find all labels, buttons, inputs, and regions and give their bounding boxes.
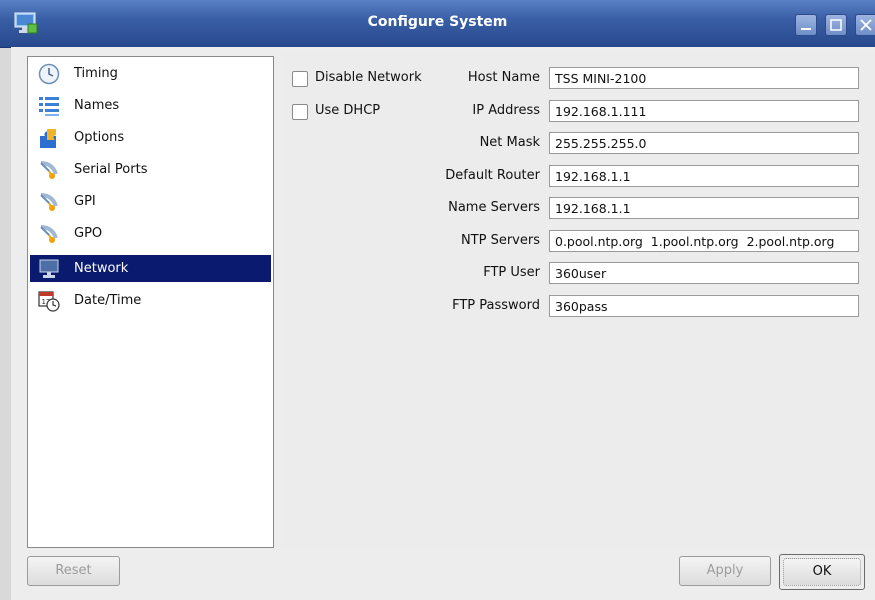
sidebar-item-label: Options [74,130,125,145]
sidebar-item-serial-ports[interactable]: Serial Ports [30,156,271,183]
ftp-user-label: FTP User [483,265,540,280]
window-title: Configure System [367,14,508,30]
default-router-field[interactable]: 192.168.1.1 [549,165,859,187]
sidebar-item-options[interactable]: Options [30,124,271,151]
sidebar-item-label: Network [74,261,129,276]
calendar-clock-icon: 12 [38,290,60,312]
satellite-icon [38,223,60,245]
sidebar-item-label: GPI [74,194,96,209]
network-settings-panel: Disable Network Use DHCP Host Name TSS M… [283,53,875,548]
maximize-icon [830,19,842,31]
dialog-body: Timing Names Options Serial Ports GPI GP… [11,47,875,600]
checkbox-box[interactable] [292,71,308,87]
sidebar-item-date-time[interactable]: 12 Date/Time [30,287,271,314]
host-name-field[interactable]: TSS MINI-2100 [549,67,859,89]
ok-button-label: OK [812,564,832,579]
sidebar-item-names[interactable]: Names [30,92,271,119]
reset-button-label: Reset [55,563,92,578]
clock-icon [38,63,60,85]
sidebar-item-label: Date/Time [74,293,142,308]
use-dhcp-label: Use DHCP [315,103,381,118]
ip-address-label: IP Address [472,103,540,118]
satellite-icon [38,191,60,213]
name-servers-label: Name Servers [448,200,540,215]
net-mask-field[interactable]: 255.255.255.0 [549,132,859,154]
category-list[interactable]: Timing Names Options Serial Ports GPI GP… [27,56,274,548]
sidebar-item-timing[interactable]: Timing [30,60,271,87]
ntp-servers-field[interactable]: 0.pool.ntp.org 1.pool.ntp.org 2.pool.ntp… [549,230,859,252]
reset-button[interactable]: Reset [27,556,120,586]
checkbox-box[interactable] [292,104,308,120]
satellite-icon [38,159,60,181]
default-router-label: Default Router [445,168,540,183]
close-button[interactable] [855,14,875,36]
apply-button[interactable]: Apply [679,556,771,586]
ftp-user-field[interactable]: 360user [549,262,859,284]
ftp-password-field[interactable]: 360pass [549,295,859,317]
disable-network-label: Disable Network [315,70,422,85]
sidebar-item-label: Names [74,98,120,113]
maximize-button[interactable] [825,14,847,36]
minimize-icon [801,28,811,30]
ok-button[interactable]: OK [783,558,861,586]
apply-button-label: Apply [706,563,744,578]
sidebar-item-network[interactable]: Network [30,255,271,282]
ok-button-focus-ring[interactable]: OK [779,554,865,590]
sidebar-item-gpi[interactable]: GPI [30,188,271,215]
host-name-label: Host Name [467,70,540,85]
ip-address-field[interactable]: 192.168.1.111 [549,100,859,122]
close-icon [859,19,872,31]
title-bar[interactable]: Configure System [0,0,875,48]
sidebar-item-gpo[interactable]: GPO [30,220,271,247]
list-icon [38,95,60,117]
sidebar-item-label: GPO [74,226,103,241]
ftp-password-label: FTP Password [452,298,540,313]
monitor-icon [38,258,60,280]
ntp-servers-label: NTP Servers [460,233,540,248]
net-mask-label: Net Mask [479,135,540,150]
sidebar-item-label: Serial Ports [74,162,148,177]
sidebar-item-label: Timing [74,66,118,81]
minimize-button[interactable] [795,14,817,36]
puzzle-icon [38,127,60,149]
name-servers-field[interactable]: 192.168.1.1 [549,197,859,219]
